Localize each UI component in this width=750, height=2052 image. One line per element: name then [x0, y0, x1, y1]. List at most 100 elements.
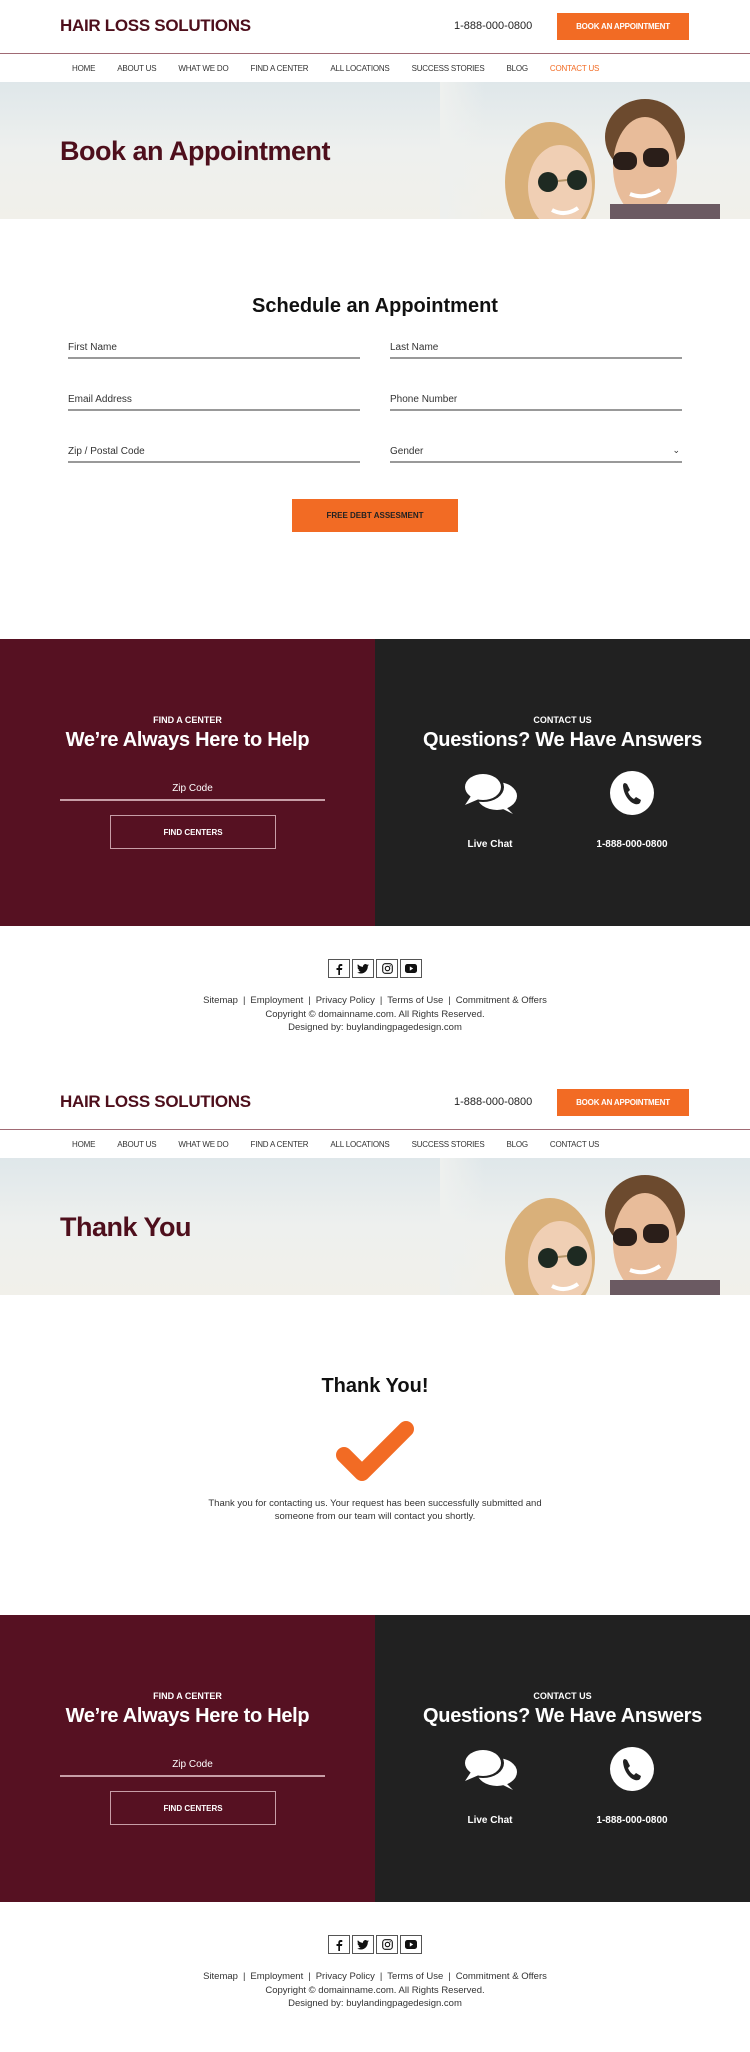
footer-thankyou: Sitemap | Employment | Privacy Policy | Terms … — [0, 1902, 750, 2052]
separator: | — [242, 995, 246, 1006]
first-name-field — [68, 337, 360, 359]
header-phone[interactable]: 1-888-000-0800 — [454, 20, 532, 32]
couple-photo — [440, 82, 740, 219]
footer-link-employment[interactable]: Employment — [250, 995, 303, 1006]
twitter-icon — [357, 963, 369, 974]
separator: | — [379, 995, 383, 1006]
submit-button[interactable]: FREE DEBT ASSESMENT — [292, 499, 458, 532]
nav-home[interactable]: HOME — [72, 64, 95, 73]
nav-success-stories[interactable]: SUCCESS STORIES — [412, 64, 485, 73]
email-input[interactable] — [68, 389, 360, 410]
nav-home[interactable]: HOME — [72, 1140, 95, 1149]
footer-links: Sitemap | Employment | Privacy Policy | Terms … — [0, 995, 750, 1006]
youtube-icon — [405, 964, 417, 973]
footer-link-employment[interactable]: Employment — [250, 1971, 303, 1982]
nav-about-us[interactable]: ABOUT US — [117, 1140, 156, 1149]
nav-success-stories[interactable]: SUCCESS STORIES — [412, 1140, 485, 1149]
live-chat-link[interactable]: Live Chat — [430, 769, 550, 850]
contact-heading: Questions? We Have Answers — [423, 729, 702, 751]
nav-find-a-center[interactable]: FIND A CENTER — [251, 64, 309, 73]
first-name-input[interactable] — [68, 337, 360, 358]
find-center-panel: FIND A CENTER We’re Always Here to Help … — [0, 1615, 375, 1902]
nav-all-locations[interactable]: ALL LOCATIONS — [330, 64, 389, 73]
find-centers-button[interactable]: FIND CENTERS — [110, 1791, 276, 1825]
nav-contact-us[interactable]: CONTACT US — [550, 1140, 599, 1149]
chat-bubbles-icon — [462, 772, 517, 814]
footer-link-privacy[interactable]: Privacy Policy — [316, 1971, 375, 1982]
facebook-link[interactable] — [328, 959, 350, 978]
twitter-icon — [357, 1939, 369, 1950]
footer-link-commitment[interactable]: Commitment & Offers — [456, 995, 547, 1006]
instagram-link[interactable] — [376, 959, 398, 978]
logo[interactable]: HAIR LOSS SOLUTIONS — [60, 1092, 251, 1112]
contact-heading: Questions? We Have Answers — [423, 1705, 702, 1727]
thank-you-title: Thank You! — [321, 1375, 429, 1397]
facebook-link[interactable] — [328, 1935, 350, 1954]
nav-find-a-center[interactable]: FIND A CENTER — [251, 1140, 309, 1149]
footer-link-sitemap[interactable]: Sitemap — [203, 995, 238, 1006]
phone-input[interactable] — [390, 389, 682, 410]
nav-what-we-do[interactable]: WHAT WE DO — [178, 1140, 228, 1149]
live-chat-link[interactable]: Live Chat — [430, 1745, 550, 1826]
footer-link-privacy[interactable]: Privacy Policy — [316, 995, 375, 1006]
thank-you-section: Thank You! Thank you for contacting us. … — [0, 1295, 750, 1615]
live-chat-label: Live Chat — [467, 1815, 513, 1826]
header-thankyou: HAIR LOSS SOLUTIONS 1-888-000-0800 BOOK … — [0, 1076, 750, 1130]
nav-blog[interactable]: BLOG — [506, 1140, 528, 1149]
nav-contact-us[interactable]: CONTACT US — [550, 64, 599, 73]
appointment-form-section: Schedule an Appointment Gender ⌄ FREE DE… — [0, 219, 750, 639]
phone-icon — [610, 771, 654, 815]
logo[interactable]: HAIR LOSS SOLUTIONS — [60, 16, 251, 36]
gender-field: Gender ⌄ — [390, 441, 682, 463]
separator: | — [448, 1971, 451, 1982]
find-center-panel: FIND A CENTER We’re Always Here to Help … — [0, 639, 375, 926]
separator: | — [242, 1971, 246, 1982]
social-links — [0, 959, 750, 978]
instagram-icon — [381, 963, 393, 974]
book-appointment-button[interactable]: BOOK AN APPOINTMENT — [557, 13, 689, 40]
find-center-heading: We’re Always Here to Help — [65, 1705, 310, 1727]
contact-kicker: CONTACT US — [533, 1691, 592, 1701]
separator: | — [379, 1971, 383, 1982]
footer-link-terms[interactable]: Terms of Use — [387, 995, 443, 1006]
last-name-input[interactable] — [390, 337, 682, 358]
separator: | — [308, 995, 311, 1006]
phone-link[interactable]: 1-888-000-0800 — [572, 1745, 692, 1826]
nav-blog[interactable]: BLOG — [506, 64, 528, 73]
email-field — [68, 389, 360, 411]
nav-what-we-do[interactable]: WHAT WE DO — [178, 64, 228, 73]
youtube-link[interactable] — [400, 959, 422, 978]
facebook-icon — [336, 963, 343, 975]
separator: | — [448, 995, 451, 1006]
page-title: Book an Appointment — [60, 136, 330, 166]
nav-about-us[interactable]: ABOUT US — [117, 64, 156, 73]
main-nav-thankyou: HOME ABOUT US WHAT WE DO FIND A CENTER A… — [0, 1130, 750, 1158]
twitter-link[interactable] — [352, 959, 374, 978]
footer-link-terms[interactable]: Terms of Use — [387, 1971, 443, 1982]
chat-bubbles-icon — [462, 1748, 517, 1790]
contact-kicker: CONTACT US — [533, 715, 592, 725]
zip-input[interactable] — [68, 441, 360, 462]
instagram-link[interactable] — [376, 1935, 398, 1954]
footer: Sitemap | Employment | Privacy Policy | Terms … — [0, 926, 750, 1076]
twitter-link[interactable] — [352, 1935, 374, 1954]
center-zip-input[interactable] — [60, 777, 325, 799]
phone-link[interactable]: 1-888-000-0800 — [572, 769, 692, 850]
footer-link-commitment[interactable]: Commitment & Offers — [456, 1971, 547, 1982]
header-phone[interactable]: 1-888-000-0800 — [454, 1096, 532, 1108]
separator: | — [308, 1971, 311, 1982]
find-contact-split: FIND A CENTER We’re Always Here to Help … — [0, 639, 750, 926]
center-zip-input[interactable] — [60, 1753, 325, 1775]
youtube-link[interactable] — [400, 1935, 422, 1954]
zip-field — [68, 441, 360, 463]
gender-select[interactable]: Gender — [390, 441, 682, 462]
book-appointment-button[interactable]: BOOK AN APPOINTMENT — [557, 1089, 689, 1116]
hero-banner: Book an Appointment — [0, 82, 750, 219]
contact-phone-label: 1-888-000-0800 — [596, 839, 668, 850]
phone-field — [390, 389, 682, 411]
form-title: Schedule an Appointment — [252, 295, 498, 317]
copyright: Copyright © domainname.com. All Rights R… — [265, 1985, 485, 1996]
footer-link-sitemap[interactable]: Sitemap — [203, 1971, 238, 1982]
nav-all-locations[interactable]: ALL LOCATIONS — [330, 1140, 389, 1149]
find-centers-button[interactable]: FIND CENTERS — [110, 815, 276, 849]
